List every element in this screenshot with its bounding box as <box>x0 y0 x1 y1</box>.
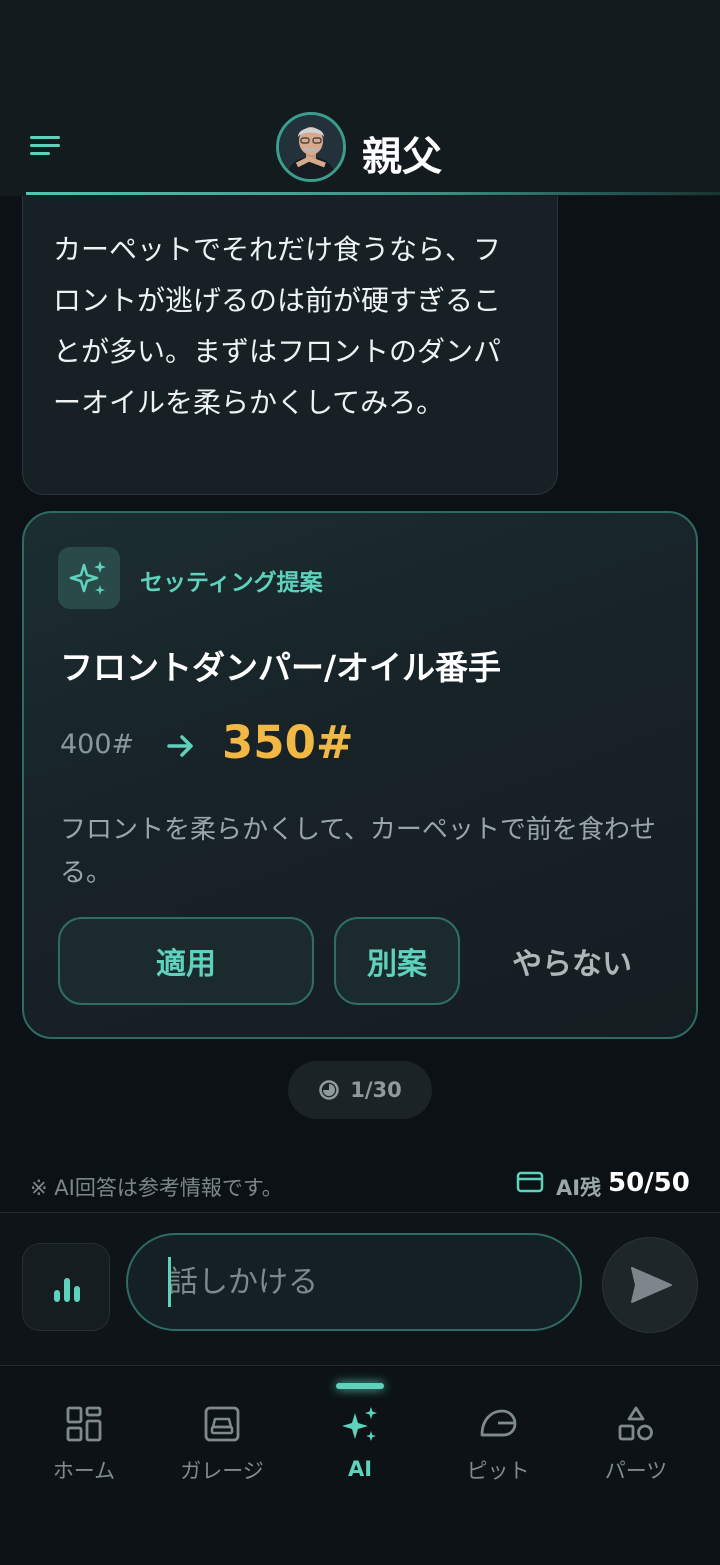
message-input[interactable] <box>126 1233 582 1331</box>
send-icon <box>631 1267 672 1303</box>
active-tab-indicator <box>336 1383 384 1389</box>
suggestion-description: フロントを柔らかくして、カーペットで前を食わせる。 <box>60 815 656 888</box>
chat-input-bar <box>0 1212 720 1366</box>
usage-pie-icon <box>319 1080 339 1100</box>
suggestion-label: セッティング提案 <box>140 570 323 596</box>
helmet-icon <box>480 1409 517 1437</box>
setting-suggestion-card: セッティング提案 フロントダンパー/オイル番手 400# 350# フロントを柔… <box>22 511 698 1039</box>
car-icon <box>204 1406 240 1442</box>
suggestion-title: フロントダンパー/オイル番手 <box>60 648 502 687</box>
shapes-icon <box>618 1406 653 1441</box>
nav-item-ai[interactable]: AI <box>290 1405 430 1481</box>
nav-item-home[interactable]: ホーム <box>14 1405 154 1485</box>
page-title: 親父 <box>362 134 442 180</box>
sparkle-icon <box>58 547 120 609</box>
ai-disclaimer: ※ AI回答は参考情報です。 <box>30 1176 283 1200</box>
nav-item-parts[interactable]: パーツ <box>566 1405 706 1485</box>
old-value: 400# <box>60 729 135 760</box>
home-grid-icon <box>66 1406 102 1442</box>
credit-card-icon <box>516 1170 544 1194</box>
arrow-right-icon <box>164 729 198 763</box>
ai-credit-value: 50/50 <box>608 1168 690 1198</box>
assistant-message-text: カーペットでそれだけ食うなら、フロントが逃げるのは前が硬すぎることが多い。まずは… <box>53 233 502 419</box>
app-header: 親父 <box>0 0 720 196</box>
apply-button[interactable]: 適用 <box>58 917 314 1005</box>
text-cursor <box>168 1257 171 1307</box>
father-avatar-image <box>279 115 343 179</box>
usage-counter: 1/30 <box>288 1061 432 1119</box>
nav-label-pit: ピット <box>466 1459 530 1483</box>
nav-item-pit[interactable]: ピット <box>428 1405 568 1485</box>
voice-input-button[interactable] <box>22 1243 110 1331</box>
nav-label-ai: AI <box>347 1457 373 1481</box>
new-value: 350# <box>222 716 354 769</box>
ai-credit-label: AI残 <box>556 1176 602 1200</box>
assistant-message-bubble: カーペットでそれだけ食うなら、フロントが逃げるのは前が硬すぎることが多い。まずは… <box>22 196 558 495</box>
send-button[interactable] <box>602 1237 698 1333</box>
avatar[interactable] <box>276 112 346 182</box>
equalizer-icon <box>54 1278 80 1302</box>
header-divider <box>26 192 720 195</box>
nav-label-garage: ガレージ <box>180 1459 264 1483</box>
bottom-navigation: ホーム ガレージ AI ピット パーツ <box>0 1367 720 1565</box>
skip-button[interactable]: やらない <box>482 917 662 1005</box>
usage-counter-text: 1/30 <box>350 1078 402 1102</box>
alternative-button[interactable]: 別案 <box>334 917 460 1005</box>
hamburger-menu-icon[interactable] <box>30 136 62 160</box>
sparkle-icon <box>342 1407 377 1441</box>
nav-label-home: ホーム <box>52 1459 116 1483</box>
nav-item-garage[interactable]: ガレージ <box>152 1405 292 1485</box>
nav-label-parts: パーツ <box>604 1459 668 1483</box>
